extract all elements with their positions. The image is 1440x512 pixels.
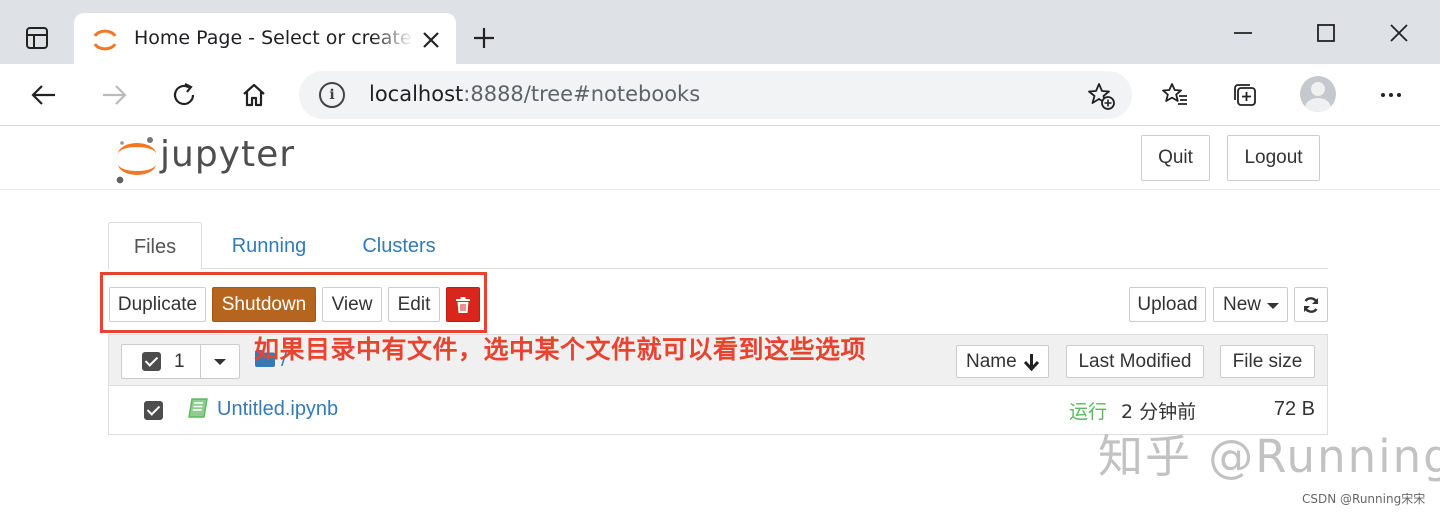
csdn-credit: CSDN @Running宋宋 [1302, 492, 1426, 506]
refresh-list-icon [1303, 297, 1319, 313]
jupyter-wordmark[interactable]: jupyter [160, 134, 295, 175]
new-dropdown-button[interactable]: New [1213, 287, 1288, 322]
back-icon[interactable] [30, 81, 58, 109]
refresh-icon[interactable] [170, 81, 198, 109]
sort-file-size-button[interactable]: File size [1220, 345, 1315, 378]
collections-icon[interactable] [1231, 81, 1259, 109]
shutdown-button[interactable]: Shutdown [212, 287, 316, 322]
notebook-icon [188, 398, 208, 418]
trash-icon [456, 296, 470, 313]
close-tab-icon[interactable] [419, 28, 443, 52]
more-options-icon[interactable] [1377, 81, 1405, 109]
url-path: :8888/tree#notebooks [463, 82, 701, 106]
tab-running[interactable]: Running [216, 222, 322, 269]
file-name-link[interactable]: Untitled.ipynb [217, 398, 338, 421]
select-all-group[interactable]: 1 [121, 344, 240, 379]
url-host: localhost [369, 82, 464, 106]
file-size-value: 72 B [1273, 398, 1315, 420]
new-tab-icon[interactable] [472, 26, 496, 50]
close-window-icon[interactable] [1386, 20, 1412, 46]
forward-icon[interactable] [100, 81, 128, 109]
caret-down-icon [1267, 303, 1279, 309]
tab-title: Home Page - Select or create a notebook [134, 27, 414, 49]
duplicate-button[interactable]: Duplicate [109, 287, 206, 322]
profile-avatar[interactable] [1300, 76, 1336, 112]
quit-button[interactable]: Quit [1141, 135, 1210, 181]
select-all-checkbox[interactable] [142, 352, 161, 371]
view-button[interactable]: View [322, 287, 382, 322]
browser-tab[interactable]: Home Page - Select or create a notebook [74, 13, 456, 65]
sort-last-modified-button[interactable]: Last Modified [1066, 345, 1204, 378]
maximize-icon[interactable] [1313, 20, 1339, 46]
jupyter-header: jupyter Quit Logout [0, 126, 1440, 190]
site-info-icon[interactable]: i [319, 82, 345, 108]
sort-name-button[interactable]: Name [956, 345, 1049, 378]
delete-button[interactable] [446, 287, 480, 322]
tab-files[interactable]: Files [108, 222, 202, 270]
zhihu-watermark: 知乎 @Running [1098, 430, 1440, 483]
sort-name-label: Name [966, 351, 1017, 372]
edit-button[interactable]: Edit [388, 287, 440, 322]
selected-count: 1 [174, 351, 185, 372]
select-group-divider [200, 345, 201, 378]
home-icon[interactable] [240, 81, 268, 109]
add-favorite-icon[interactable] [1086, 81, 1116, 111]
tab-clusters[interactable]: Clusters [348, 222, 450, 269]
refresh-list-button[interactable] [1294, 287, 1328, 322]
jupyter-logo-icon[interactable] [112, 132, 162, 186]
address-bar[interactable]: i localhost:8888/tree#notebooks [299, 71, 1132, 119]
favorites-icon[interactable] [1161, 81, 1189, 109]
row-checkbox[interactable] [144, 401, 163, 420]
browser-tabstrip: Home Page - Select or create a notebook [0, 0, 1440, 65]
logout-button[interactable]: Logout [1227, 135, 1320, 181]
annotation-text: 如果目录中有文件，选中某个文件就可以看到这些选项 [254, 335, 867, 364]
jupyter-favicon-icon [93, 29, 117, 51]
minimize-icon[interactable] [1230, 20, 1256, 46]
browser-toolbar: i localhost:8888/tree#notebooks [0, 64, 1440, 126]
upload-button[interactable]: Upload [1129, 287, 1206, 322]
address-url[interactable]: localhost:8888/tree#notebooks [369, 82, 700, 106]
tab-actions-icon[interactable] [26, 27, 48, 49]
notebook-tabs: Files Running Clusters [108, 222, 1328, 270]
new-label: New [1223, 294, 1262, 315]
arrow-down-icon [1023, 354, 1040, 371]
select-menu-caret-icon[interactable] [214, 359, 226, 365]
